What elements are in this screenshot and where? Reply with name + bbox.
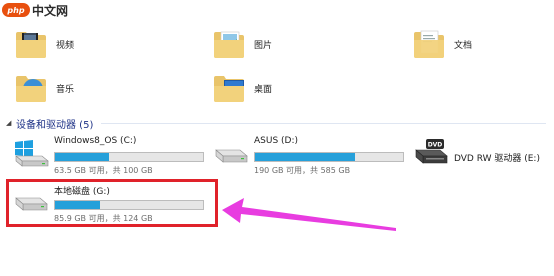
folder-pictures[interactable]: 图片 — [212, 28, 272, 60]
drive-space-info: 63.5 GB 可用，共 100 GB — [54, 166, 153, 175]
drive-d[interactable]: ASUS (D:) 190 GB 可用，共 585 GB — [212, 136, 412, 176]
folder-label: 桌面 — [254, 84, 273, 95]
collapse-arrow-icon[interactable]: ◢ — [6, 119, 16, 127]
dvd-badge-text: DVD — [428, 142, 443, 149]
drive-name: DVD RW 驱动器 (E:) — [454, 154, 540, 164]
drive-c[interactable]: Windows8_OS (C:) 63.5 GB 可用，共 100 GB — [12, 136, 212, 176]
highlight-box — [6, 179, 218, 227]
hard-drive-icon — [212, 136, 250, 168]
pictures-folder-icon — [212, 28, 246, 60]
folder-label: 文档 — [454, 40, 473, 51]
watermark-logo: php 中文网 — [2, 2, 68, 18]
folder-videos[interactable]: 视频 — [14, 28, 74, 60]
folder-desktop[interactable]: 桌面 — [212, 72, 272, 104]
devices-section-header[interactable]: ◢ 设备和驱动器 (5) — [6, 116, 546, 131]
section-title: 设备和驱动器 (5) — [16, 119, 94, 131]
watermark-text: 中文网 — [32, 3, 69, 18]
windows-drive-icon — [12, 136, 50, 168]
folder-music[interactable]: 音乐 — [14, 72, 74, 104]
folder-documents[interactable]: 文档 — [412, 28, 472, 60]
drive-name: Windows8_OS (C:) — [54, 136, 137, 146]
section-divider — [101, 122, 546, 124]
documents-folder-icon — [412, 28, 446, 60]
drive-space-info: 190 GB 可用，共 585 GB — [254, 166, 351, 175]
drive-usage-bar — [254, 152, 404, 162]
annotation-arrow-icon — [222, 198, 396, 231]
dvd-drive-icon: DVD — [412, 136, 450, 168]
drive-usage-fill — [55, 153, 110, 161]
drive-usage-fill — [255, 153, 355, 161]
folder-label: 音乐 — [56, 84, 75, 95]
desktop-folder-icon — [212, 72, 246, 104]
drive-name: ASUS (D:) — [254, 136, 299, 146]
folder-label: 视频 — [56, 40, 75, 51]
folder-label: 图片 — [254, 40, 273, 51]
drive-e-dvd[interactable]: DVD DVD RW 驱动器 (E:) — [412, 136, 552, 176]
video-folder-icon — [14, 28, 48, 60]
php-badge: php — [2, 3, 30, 17]
drive-usage-bar — [54, 152, 204, 162]
music-folder-icon — [14, 72, 48, 104]
